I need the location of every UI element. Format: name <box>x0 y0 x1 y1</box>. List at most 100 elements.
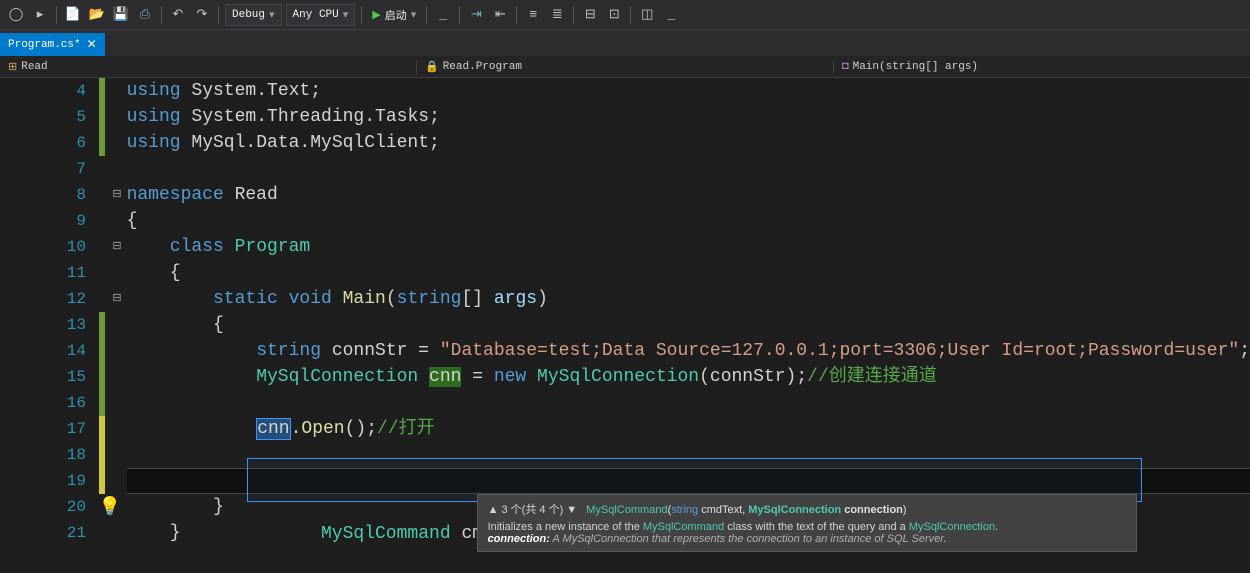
change-saved-mark <box>99 130 105 156</box>
nav-class[interactable]: 🔒 Read.Program <box>417 60 834 74</box>
fold-toggle[interactable]: ⊟ <box>107 286 126 312</box>
browser-icon[interactable]: _ <box>433 5 453 25</box>
nav-namespace[interactable]: ⊞ Read <box>0 60 417 74</box>
code-line[interactable]: { <box>127 312 1250 338</box>
start-debug-button[interactable]: ▶ 启动 ▾ <box>368 7 420 23</box>
change-saved-mark <box>99 364 105 390</box>
format-icon[interactable]: ≡ <box>523 5 543 25</box>
line-number: 6 <box>0 130 86 156</box>
nav-fwd-icon[interactable]: ▸ <box>30 5 50 25</box>
format-icon[interactable]: ≣ <box>547 5 567 25</box>
nav-namespace-label: Read <box>21 61 47 73</box>
nav-class-label: Read.Program <box>443 61 522 73</box>
line-number: 5 <box>0 104 86 130</box>
change-saved-mark <box>99 390 105 416</box>
uncomment-icon[interactable]: ⊡ <box>604 5 624 25</box>
separator <box>516 6 517 24</box>
separator <box>573 6 574 24</box>
change-unsaved-mark <box>99 442 105 468</box>
undo-icon[interactable]: ↶ <box>168 5 188 25</box>
code-line[interactable]: using System.Threading.Tasks; <box>127 104 1250 130</box>
bookmark-icon[interactable]: ◫ <box>637 5 657 25</box>
separator <box>161 6 162 24</box>
line-number: 17 <box>0 416 86 442</box>
step-icon[interactable]: ⇤ <box>490 5 510 25</box>
config-dropdown[interactable]: Debug <box>225 4 282 26</box>
code-line[interactable]: cnn.Open();//打开 <box>127 416 1250 442</box>
line-number: 7 <box>0 156 86 182</box>
line-number: 16 <box>0 390 86 416</box>
code-line[interactable]: static void Main(string[] args) <box>127 286 1250 312</box>
code-line[interactable]: MySqlConnection cnn = new MySqlConnectio… <box>127 364 1250 390</box>
new-file-icon[interactable]: 📄 <box>63 5 83 25</box>
code-line[interactable] <box>127 156 1250 182</box>
code-line[interactable]: using MySql.Data.MySqlClient; <box>127 130 1250 156</box>
separator <box>361 6 362 24</box>
code-line[interactable]: string connStr = "Database=test;Data Sou… <box>127 338 1250 364</box>
separator <box>56 6 57 24</box>
save-icon[interactable]: 💾 <box>111 5 131 25</box>
change-saved-mark <box>99 78 105 104</box>
separator <box>426 6 427 24</box>
signature-help-tooltip: ▲ 3 个(共 4 个) ▼ MySqlCommand(string cmdTe… <box>477 494 1137 552</box>
line-number: 12 <box>0 286 86 312</box>
overload-nav[interactable]: ▲ 3 个(共 4 个) ▼ <box>488 504 578 516</box>
open-icon[interactable]: 📂 <box>87 5 107 25</box>
separator <box>630 6 631 24</box>
class-icon: 🔒 <box>425 60 439 74</box>
line-number-gutter: 4 5 6 7 8 9 10 11 12 13 14 15 16 17 18 1… <box>0 78 96 546</box>
code-line[interactable] <box>127 442 1250 468</box>
code-area[interactable]: using System.Text; using System.Threadin… <box>127 78 1250 546</box>
nav-back-icon[interactable]: ◯ <box>6 5 26 25</box>
change-unsaved-mark <box>99 416 105 442</box>
line-number: 9 <box>0 208 86 234</box>
line-number: 19 <box>0 468 86 494</box>
tab-label: Program.cs* <box>8 39 81 51</box>
misc-icon[interactable]: _ <box>661 5 681 25</box>
code-line[interactable]: class Program <box>127 234 1250 260</box>
namespace-icon: ⊞ <box>8 60 17 74</box>
line-number: 11 <box>0 260 86 286</box>
line-number: 14 <box>0 338 86 364</box>
separator <box>218 6 219 24</box>
change-saved-mark <box>99 104 105 130</box>
change-gutter <box>96 78 107 546</box>
line-number: 15 <box>0 364 86 390</box>
method-icon: ◘ <box>842 61 849 73</box>
code-editor[interactable]: 4 5 6 7 8 9 10 11 12 13 14 15 16 17 18 1… <box>0 78 1250 546</box>
play-icon: ▶ <box>372 8 380 22</box>
step-icon[interactable]: ⇥ <box>466 5 486 25</box>
line-number: 10 <box>0 234 86 260</box>
code-line[interactable]: { <box>127 208 1250 234</box>
change-saved-mark <box>99 338 105 364</box>
line-number: 13 <box>0 312 86 338</box>
change-unsaved-mark <box>99 468 105 494</box>
separator <box>459 6 460 24</box>
code-line[interactable]: namespace Read <box>127 182 1250 208</box>
line-number: 20 <box>0 494 86 520</box>
code-line-current[interactable]: 💡 MySqlCommand cmd = new MySqlCommand("s… <box>127 468 1250 494</box>
change-saved-mark <box>99 312 105 338</box>
code-line[interactable]: { <box>127 260 1250 286</box>
redo-icon[interactable]: ↷ <box>192 5 212 25</box>
nav-method[interactable]: ◘ Main(string[] args) <box>834 61 1250 73</box>
start-label: 启动 <box>385 7 407 23</box>
code-line[interactable]: using System.Text; <box>127 78 1250 104</box>
line-number: 18 <box>0 442 86 468</box>
tab-program-cs[interactable]: Program.cs* ✕ <box>0 33 105 56</box>
line-number: 21 <box>0 520 86 546</box>
fold-toggle[interactable]: ⊟ <box>107 182 126 208</box>
fold-toggle[interactable]: ⊟ <box>107 234 126 260</box>
line-number: 8 <box>0 182 86 208</box>
fold-gutter: ⊟ ⊟ ⊟ <box>107 78 126 546</box>
close-icon[interactable]: ✕ <box>87 37 97 52</box>
line-number: 4 <box>0 78 86 104</box>
save-all-icon[interactable]: ⎙ <box>135 5 155 25</box>
code-line[interactable] <box>127 390 1250 416</box>
lightbulb-icon[interactable]: 💡 <box>99 495 121 517</box>
main-toolbar: ◯ ▸ 📄 📂 💾 ⎙ ↶ ↷ Debug Any CPU ▶ 启动 ▾ _ ⇥… <box>0 0 1250 30</box>
breadcrumb-bar: ⊞ Read 🔒 Read.Program ◘ Main(string[] ar… <box>0 56 1250 78</box>
tab-row: Program.cs* ✕ <box>0 30 1250 56</box>
comment-icon[interactable]: ⊟ <box>580 5 600 25</box>
platform-dropdown[interactable]: Any CPU <box>286 4 356 26</box>
